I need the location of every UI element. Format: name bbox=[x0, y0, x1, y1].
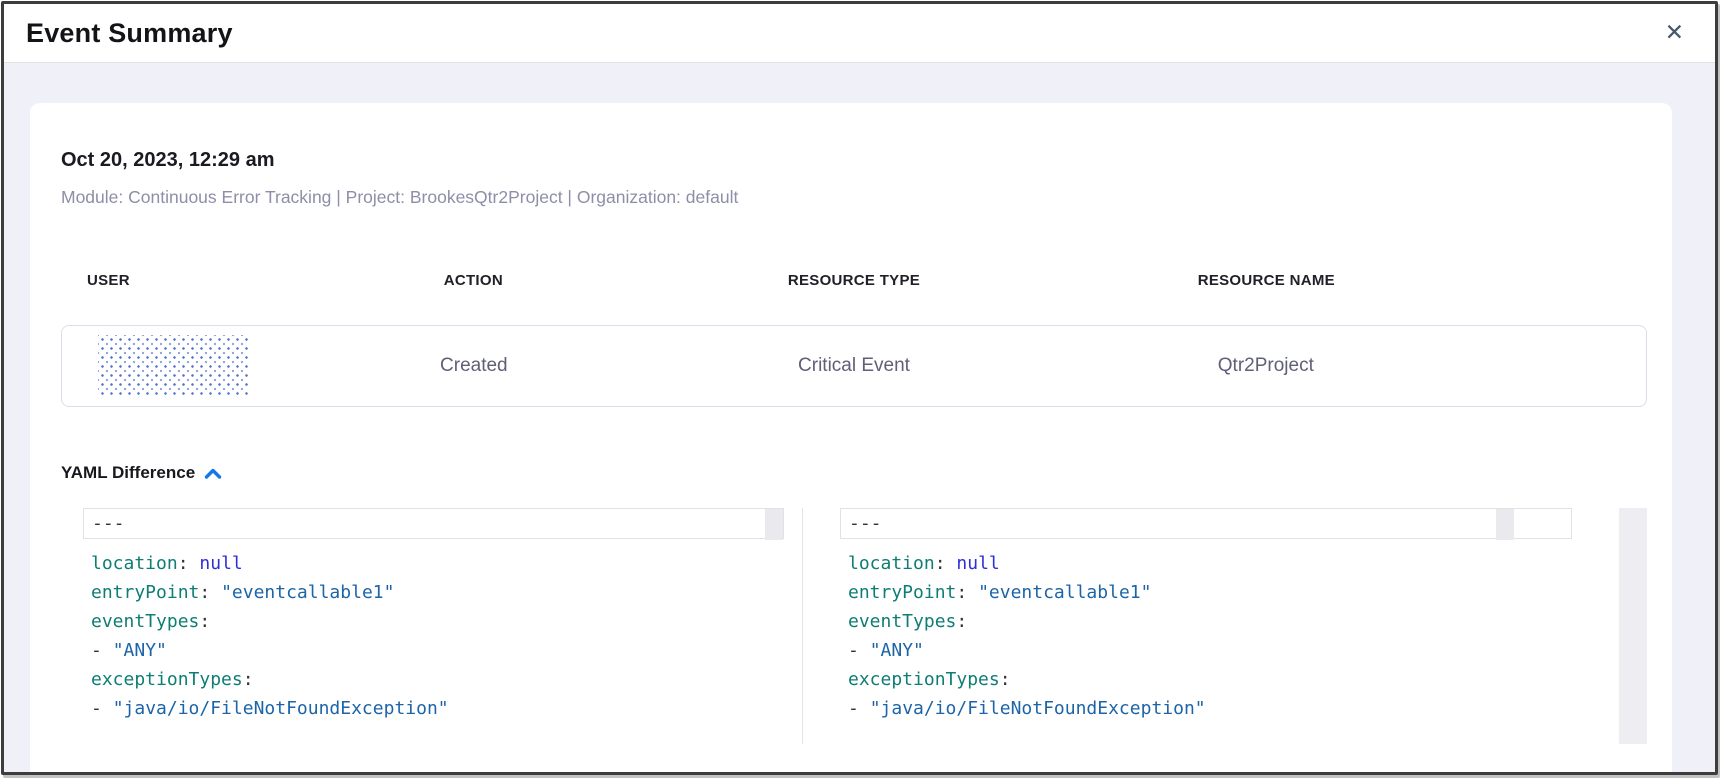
modal-header: Event Summary ✕ bbox=[4, 4, 1715, 63]
yaml-line: - "java/io/FileNotFoundException" bbox=[848, 694, 1647, 723]
user-cell bbox=[62, 335, 284, 397]
event-card: Oct 20, 2023, 12:29 am Module: Continuou… bbox=[30, 103, 1672, 772]
column-header-action: ACTION bbox=[283, 272, 664, 289]
column-header-resource-type: RESOURCE TYPE bbox=[664, 272, 1045, 289]
column-header-user: USER bbox=[61, 272, 283, 289]
yaml-code-left: location: nullentryPoint: "eventcallable… bbox=[83, 539, 802, 723]
chevron-up-icon bbox=[204, 467, 222, 480]
yaml-doc-marker-row: --- bbox=[840, 508, 1572, 539]
yaml-line: entryPoint: "eventcallable1" bbox=[848, 578, 1647, 607]
close-icon[interactable]: ✕ bbox=[1659, 18, 1690, 49]
yaml-line: location: null bbox=[91, 549, 802, 578]
column-header-resource-name: RESOURCE NAME bbox=[1044, 272, 1488, 289]
event-meta: Module: Continuous Error Tracking | Proj… bbox=[61, 187, 1647, 208]
scrollbar-track[interactable] bbox=[1619, 508, 1647, 744]
yaml-line: - "ANY" bbox=[848, 636, 1647, 665]
yaml-diff-pane-right[interactable]: --- location: nullentryPoint: "eventcall… bbox=[803, 508, 1647, 744]
event-timestamp: Oct 20, 2023, 12:29 am bbox=[61, 149, 1647, 172]
yaml-line: - "java/io/FileNotFoundException" bbox=[91, 694, 802, 723]
table-header-row: USER ACTION RESOURCE TYPE RESOURCE NAME bbox=[61, 272, 1647, 289]
scrollbar-corner bbox=[1496, 509, 1514, 540]
yaml-diff-viewer: --- location: nullentryPoint: "eventcall… bbox=[77, 508, 1647, 744]
modal-body: Oct 20, 2023, 12:29 am Module: Continuou… bbox=[4, 63, 1715, 772]
yaml-line: eventTypes: bbox=[848, 607, 1647, 636]
scrollbar-corner bbox=[765, 509, 783, 540]
action-cell: Created bbox=[284, 355, 664, 377]
resource-type-cell: Critical Event bbox=[664, 355, 1044, 377]
yaml-line: exceptionTypes: bbox=[91, 665, 802, 694]
modal-title: Event Summary bbox=[26, 18, 233, 49]
yaml-doc-marker-row: --- bbox=[83, 508, 784, 539]
resource-name-cell: Qtr2Project bbox=[1044, 355, 1488, 377]
table-row: Created Critical Event Qtr2Project bbox=[61, 325, 1647, 407]
redacted-user-pattern-icon bbox=[98, 335, 248, 397]
yaml-difference-label: YAML Difference bbox=[61, 463, 195, 483]
yaml-code-right: location: nullentryPoint: "eventcallable… bbox=[840, 539, 1647, 723]
yaml-doc-marker: --- bbox=[92, 513, 125, 534]
event-summary-modal: Event Summary ✕ Oct 20, 2023, 12:29 am M… bbox=[1, 1, 1718, 775]
yaml-difference-toggle[interactable]: YAML Difference bbox=[61, 463, 222, 483]
yaml-line: location: null bbox=[848, 549, 1647, 578]
yaml-line: - "ANY" bbox=[91, 636, 802, 665]
yaml-diff-pane-left[interactable]: --- location: nullentryPoint: "eventcall… bbox=[77, 508, 803, 744]
yaml-line: entryPoint: "eventcallable1" bbox=[91, 578, 802, 607]
yaml-doc-marker: --- bbox=[849, 513, 882, 534]
yaml-line: eventTypes: bbox=[91, 607, 802, 636]
yaml-line: exceptionTypes: bbox=[848, 665, 1647, 694]
